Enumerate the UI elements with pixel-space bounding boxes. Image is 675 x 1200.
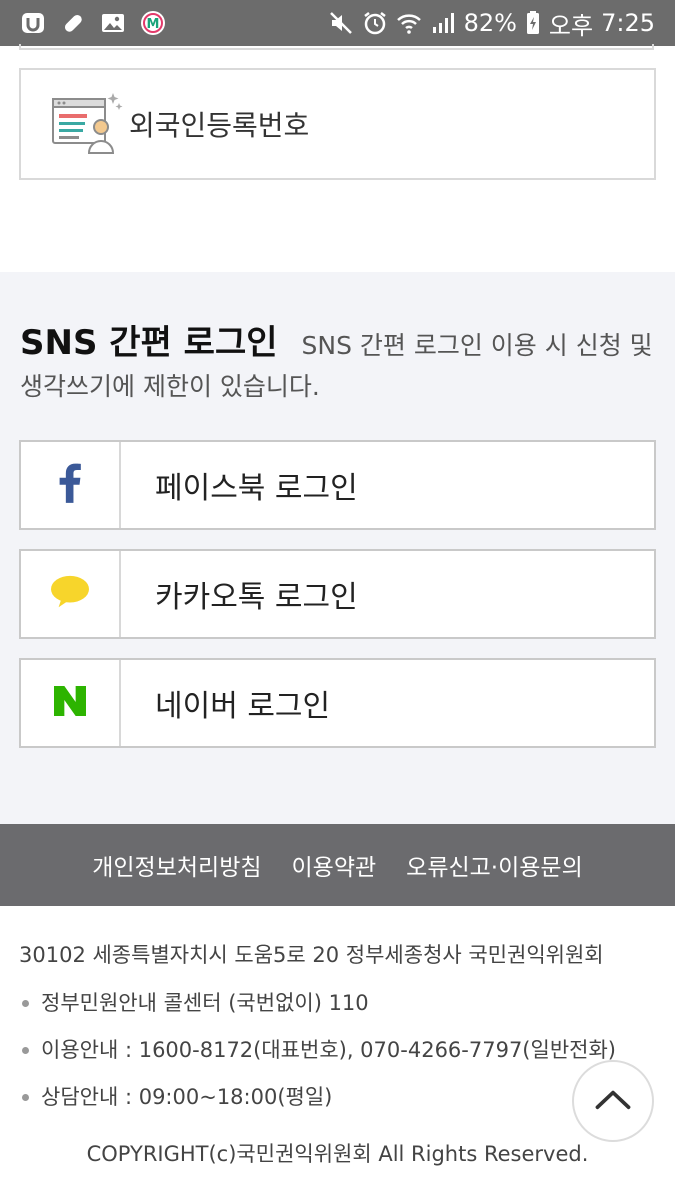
time-ampm: 오후 <box>548 11 594 40</box>
naver-icon-cell <box>21 660 121 746</box>
consult-hours-text: 상담안내 : 09:00~18:00(평일) <box>41 1085 333 1109</box>
kakaotalk-login-button[interactable]: 카카오톡 로그인 <box>19 549 656 639</box>
battery-icon <box>525 10 541 36</box>
svg-text:M: M <box>147 17 160 32</box>
kakaotalk-icon-cell <box>21 551 121 637</box>
privacy-policy-link[interactable]: 개인정보처리방침 <box>92 848 261 882</box>
facebook-login-button[interactable]: 페이스북 로그인 <box>19 440 656 530</box>
footer-info: 30102 세종특별자치시 도움5로 20 정부세종청사 국민권익위원회 정부민… <box>0 906 675 1200</box>
usage-guide-text: 이용안내 : 1600-8172(대표번호), 070-4266-7797(일반… <box>41 1038 616 1062</box>
terms-link[interactable]: 이용약관 <box>292 848 377 882</box>
list-item: 정부민원안내 콜센터 (국번없이) 110 <box>22 988 616 1035</box>
top-area: 외국인등록번호 <box>0 44 675 272</box>
contact-info-list: 정부민원안내 콜센터 (국번없이) 110 이용안내 : 1600-8172(대… <box>22 988 616 1129</box>
copyright: COPYRIGHT(c)국민권익위원회 All Rights Reserved. <box>86 1142 589 1166</box>
naver-login-button[interactable]: 네이버 로그인 <box>19 658 656 748</box>
mute-icon <box>328 10 354 36</box>
sns-heading: SNS 간편 로그인 SNS 간편 로그인 이용 시 신청 및 생각쓰기에 제한이… <box>20 324 660 409</box>
bullet-icon <box>22 1047 29 1054</box>
chevron-up-icon <box>594 1088 632 1114</box>
status-bar: M 82% 오후 7:25 <box>0 0 675 46</box>
list-item: 이용안내 : 1600-8172(대표번호), 070-4266-7797(일반… <box>22 1035 616 1082</box>
bullet-icon <box>22 1000 29 1007</box>
error-report-inquiry-link[interactable]: 오류신고·이용문의 <box>406 848 583 882</box>
list-item: 상담안내 : 09:00~18:00(평일) <box>22 1082 616 1129</box>
facebook-icon <box>57 462 83 508</box>
bullet-icon <box>22 1094 29 1101</box>
alien-registration-card[interactable]: 외국인등록번호 <box>19 68 656 180</box>
facebook-icon-cell <box>21 442 121 528</box>
bandage-icon <box>60 10 86 36</box>
address: 30102 세종특별자치시 도움5로 20 정부세종청사 국민권익위원회 <box>19 943 604 967</box>
footer-nav: 개인정보처리방침 이용약관 오류신고·이용문의 <box>0 824 675 906</box>
facebook-login-label: 페이스북 로그인 <box>155 471 358 506</box>
foreigner-id-card-icon <box>51 91 123 157</box>
naver-icon <box>53 685 87 721</box>
scroll-top-button[interactable] <box>572 1060 654 1142</box>
kakaotalk-icon <box>49 573 91 615</box>
kakaotalk-login-label: 카카오톡 로그인 <box>155 580 358 615</box>
app-u-icon <box>20 10 46 36</box>
previous-card-edge <box>19 44 654 50</box>
image-icon <box>100 10 126 36</box>
alarm-icon <box>362 10 388 36</box>
sns-login-section: SNS 간편 로그인 SNS 간편 로그인 이용 시 신청 및 생각쓰기에 제한이… <box>0 272 675 824</box>
wifi-icon <box>396 10 422 36</box>
alien-registration-label: 외국인등록번호 <box>129 109 310 142</box>
battery-percent: 82% <box>463 9 517 37</box>
m-app-icon: M <box>140 10 166 36</box>
callcenter-text: 정부민원안내 콜센터 (국번없이) 110 <box>41 991 369 1015</box>
sns-title: SNS 간편 로그인 <box>20 323 278 363</box>
naver-login-label: 네이버 로그인 <box>155 689 331 724</box>
clock: 7:25 <box>601 9 655 37</box>
signal-icon <box>430 10 456 36</box>
